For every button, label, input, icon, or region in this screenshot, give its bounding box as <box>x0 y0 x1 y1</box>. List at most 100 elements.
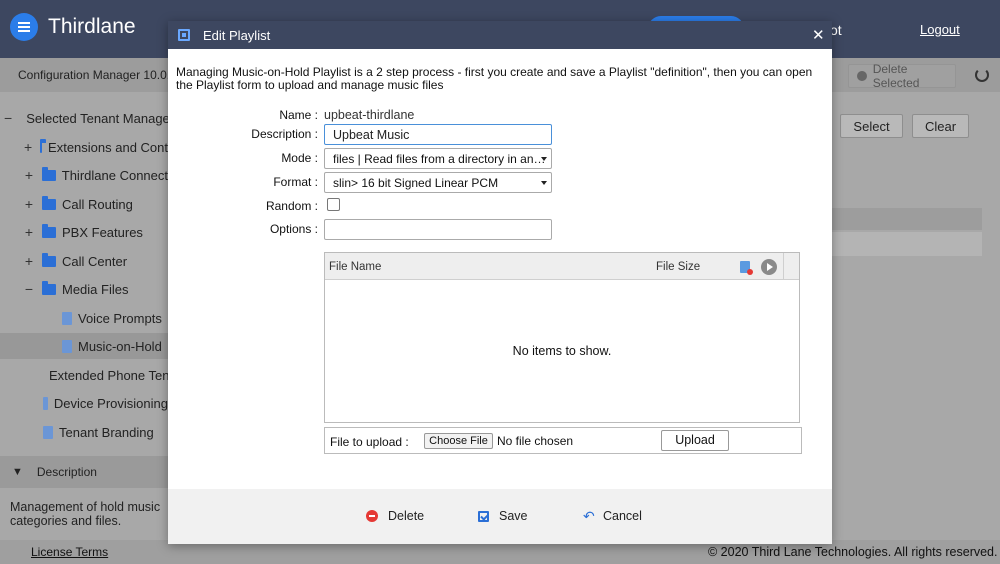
tree-item-label: Voice Prompts <box>78 310 162 326</box>
playlist-files-grid: File Name File Size No items to show. <box>324 252 800 423</box>
tree-item-label: Tenant Branding <box>59 424 154 440</box>
right-content-panel <box>832 96 1000 540</box>
delete-button[interactable]: Delete <box>366 509 424 523</box>
description-label: Description : <box>251 127 318 141</box>
document-icon <box>43 425 53 439</box>
column-file-size[interactable]: File Size <box>656 261 700 273</box>
dropdown-arrow-icon <box>541 181 547 185</box>
tree-item-tenant-branding[interactable]: Tenant Branding <box>0 419 168 445</box>
copyright-text: © 2020 Third Lane Technologies. All righ… <box>708 545 998 559</box>
play-icon[interactable] <box>761 259 777 275</box>
delete-icon <box>366 510 378 522</box>
tree-item-extended-phone[interactable]: Extended Phone Ten <box>0 362 168 388</box>
tree-item-label: Call Center <box>62 253 128 269</box>
brand-name: Thirdlane <box>48 15 136 38</box>
tree-item-label: PBX Features <box>62 224 143 240</box>
folder-icon <box>42 223 56 238</box>
random-label: Random : <box>265 199 318 213</box>
chevron-down-icon[interactable]: ▼ <box>12 466 23 478</box>
options-input[interactable] <box>324 219 552 240</box>
undo-icon: ↶ <box>583 508 595 524</box>
navigation-tree: − Selected Tenant Manage + Extensions an… <box>0 96 168 456</box>
options-label: Options : <box>269 222 318 236</box>
tree-item-selected-tenant[interactable]: − Selected Tenant Manage <box>0 105 168 131</box>
expand-icon[interactable]: + <box>24 196 34 212</box>
license-terms-link[interactable]: License Terms <box>31 545 108 559</box>
dropdown-arrow-icon <box>541 157 547 161</box>
table-row[interactable] <box>832 208 982 230</box>
choose-file-button[interactable]: Choose File <box>424 433 493 449</box>
tree-item-label: Extensions and Cont <box>48 139 168 155</box>
mode-select[interactable]: files | Read files from a directory in a… <box>324 148 552 169</box>
select-button[interactable]: Select <box>840 114 903 138</box>
edit-playlist-dialog: Edit Playlist ✕ Managing Music-on-Hold P… <box>168 21 832 544</box>
refresh-icon[interactable] <box>975 68 989 82</box>
grid-header: File Name File Size <box>325 253 799 280</box>
tree-item-label: Music-on-Hold <box>78 338 162 354</box>
tree-item-device-provisioning[interactable]: Device Provisioning <box>0 390 168 416</box>
delete-dot-icon <box>857 71 867 81</box>
folder-icon <box>40 138 46 153</box>
column-file-name[interactable]: File Name <box>329 261 381 273</box>
tree-item-music-on-hold[interactable]: Music-on-Hold <box>0 333 168 359</box>
logout-link[interactable]: Logout <box>920 22 960 37</box>
format-selected-value: slin> 16 bit Signed Linear PCM <box>333 176 499 190</box>
tree-item-label: Extended Phone Ten <box>49 367 168 383</box>
expand-icon[interactable]: + <box>24 224 34 240</box>
expand-icon[interactable]: + <box>24 253 34 269</box>
document-icon <box>43 396 48 410</box>
format-select[interactable]: slin> 16 bit Signed Linear PCM <box>324 172 552 193</box>
delete-file-icon[interactable] <box>740 261 753 275</box>
description-panel-header[interactable]: ▼ Description <box>0 456 168 488</box>
tree-item-voice-prompts[interactable]: Voice Prompts <box>0 305 168 331</box>
upload-button[interactable]: Upload <box>661 430 729 451</box>
playlist-icon <box>178 29 190 41</box>
close-icon[interactable]: ✕ <box>812 26 825 44</box>
save-icon <box>478 510 489 522</box>
thirdlane-logo-icon <box>10 13 38 41</box>
table-row[interactable] <box>832 232 982 256</box>
grid-empty-message: No items to show. <box>512 344 612 358</box>
tree-item-call-routing[interactable]: + Call Routing <box>0 191 168 217</box>
name-label: Name : <box>279 108 318 122</box>
tree-item-call-center[interactable]: + Call Center <box>0 248 168 274</box>
save-label: Save <box>499 509 528 523</box>
delete-label: Delete <box>388 509 425 523</box>
cancel-label: Cancel <box>603 509 642 523</box>
folder-icon <box>42 195 56 210</box>
delete-selected-label: Delete Selected <box>872 62 920 90</box>
clear-button[interactable]: Clear <box>912 114 969 138</box>
save-button[interactable]: Save <box>478 509 528 523</box>
tree-item-pbx-features[interactable]: + PBX Features <box>0 219 168 245</box>
format-label: Format : <box>273 175 318 189</box>
intro-text: Managing Music-on-Hold Playlist is a 2 s… <box>176 65 813 92</box>
dialog-header: Edit Playlist ✕ <box>168 21 832 49</box>
tree-item-label: Thirdlane Connect <box>61 167 168 183</box>
dialog-footer: Delete Save ↶ Cancel <box>168 489 832 544</box>
random-checkbox[interactable] <box>327 198 340 211</box>
collapse-icon[interactable]: − <box>4 110 12 126</box>
tree-item-label: Call Routing <box>62 196 133 212</box>
description-panel-body: Management of hold music categories and … <box>0 490 168 540</box>
delete-selected-button[interactable]: Delete Selected <box>848 62 956 90</box>
collapse-icon[interactable]: − <box>24 281 34 297</box>
tree-item-thirdlane-connect[interactable]: + Thirdlane Connect <box>0 162 168 188</box>
tree-item-media-files[interactable]: − Media Files <box>0 276 168 302</box>
description-header-label: Description <box>36 465 97 479</box>
file-upload-label: File to upload : <box>330 435 409 449</box>
description-input[interactable] <box>324 124 552 145</box>
cancel-button[interactable]: ↶ Cancel <box>583 509 642 523</box>
name-value: upbeat-thirdlane <box>324 108 415 122</box>
expand-icon[interactable]: + <box>24 139 32 155</box>
column-divider <box>783 253 784 280</box>
mode-selected-value: files | Read files from a directory in a… <box>333 152 546 166</box>
tree-item-label: Device Provisioning <box>53 395 168 411</box>
tree-item-extensions[interactable]: + Extensions and Cont <box>0 134 168 160</box>
document-icon <box>62 311 72 325</box>
expand-icon[interactable]: + <box>24 167 34 183</box>
folder-icon <box>41 166 56 181</box>
mode-label: Mode : <box>281 151 318 165</box>
document-icon <box>62 339 72 353</box>
config-manager-title: Configuration Manager 10.0.1. <box>18 68 181 82</box>
no-file-chosen-text: No file chosen <box>497 434 574 448</box>
